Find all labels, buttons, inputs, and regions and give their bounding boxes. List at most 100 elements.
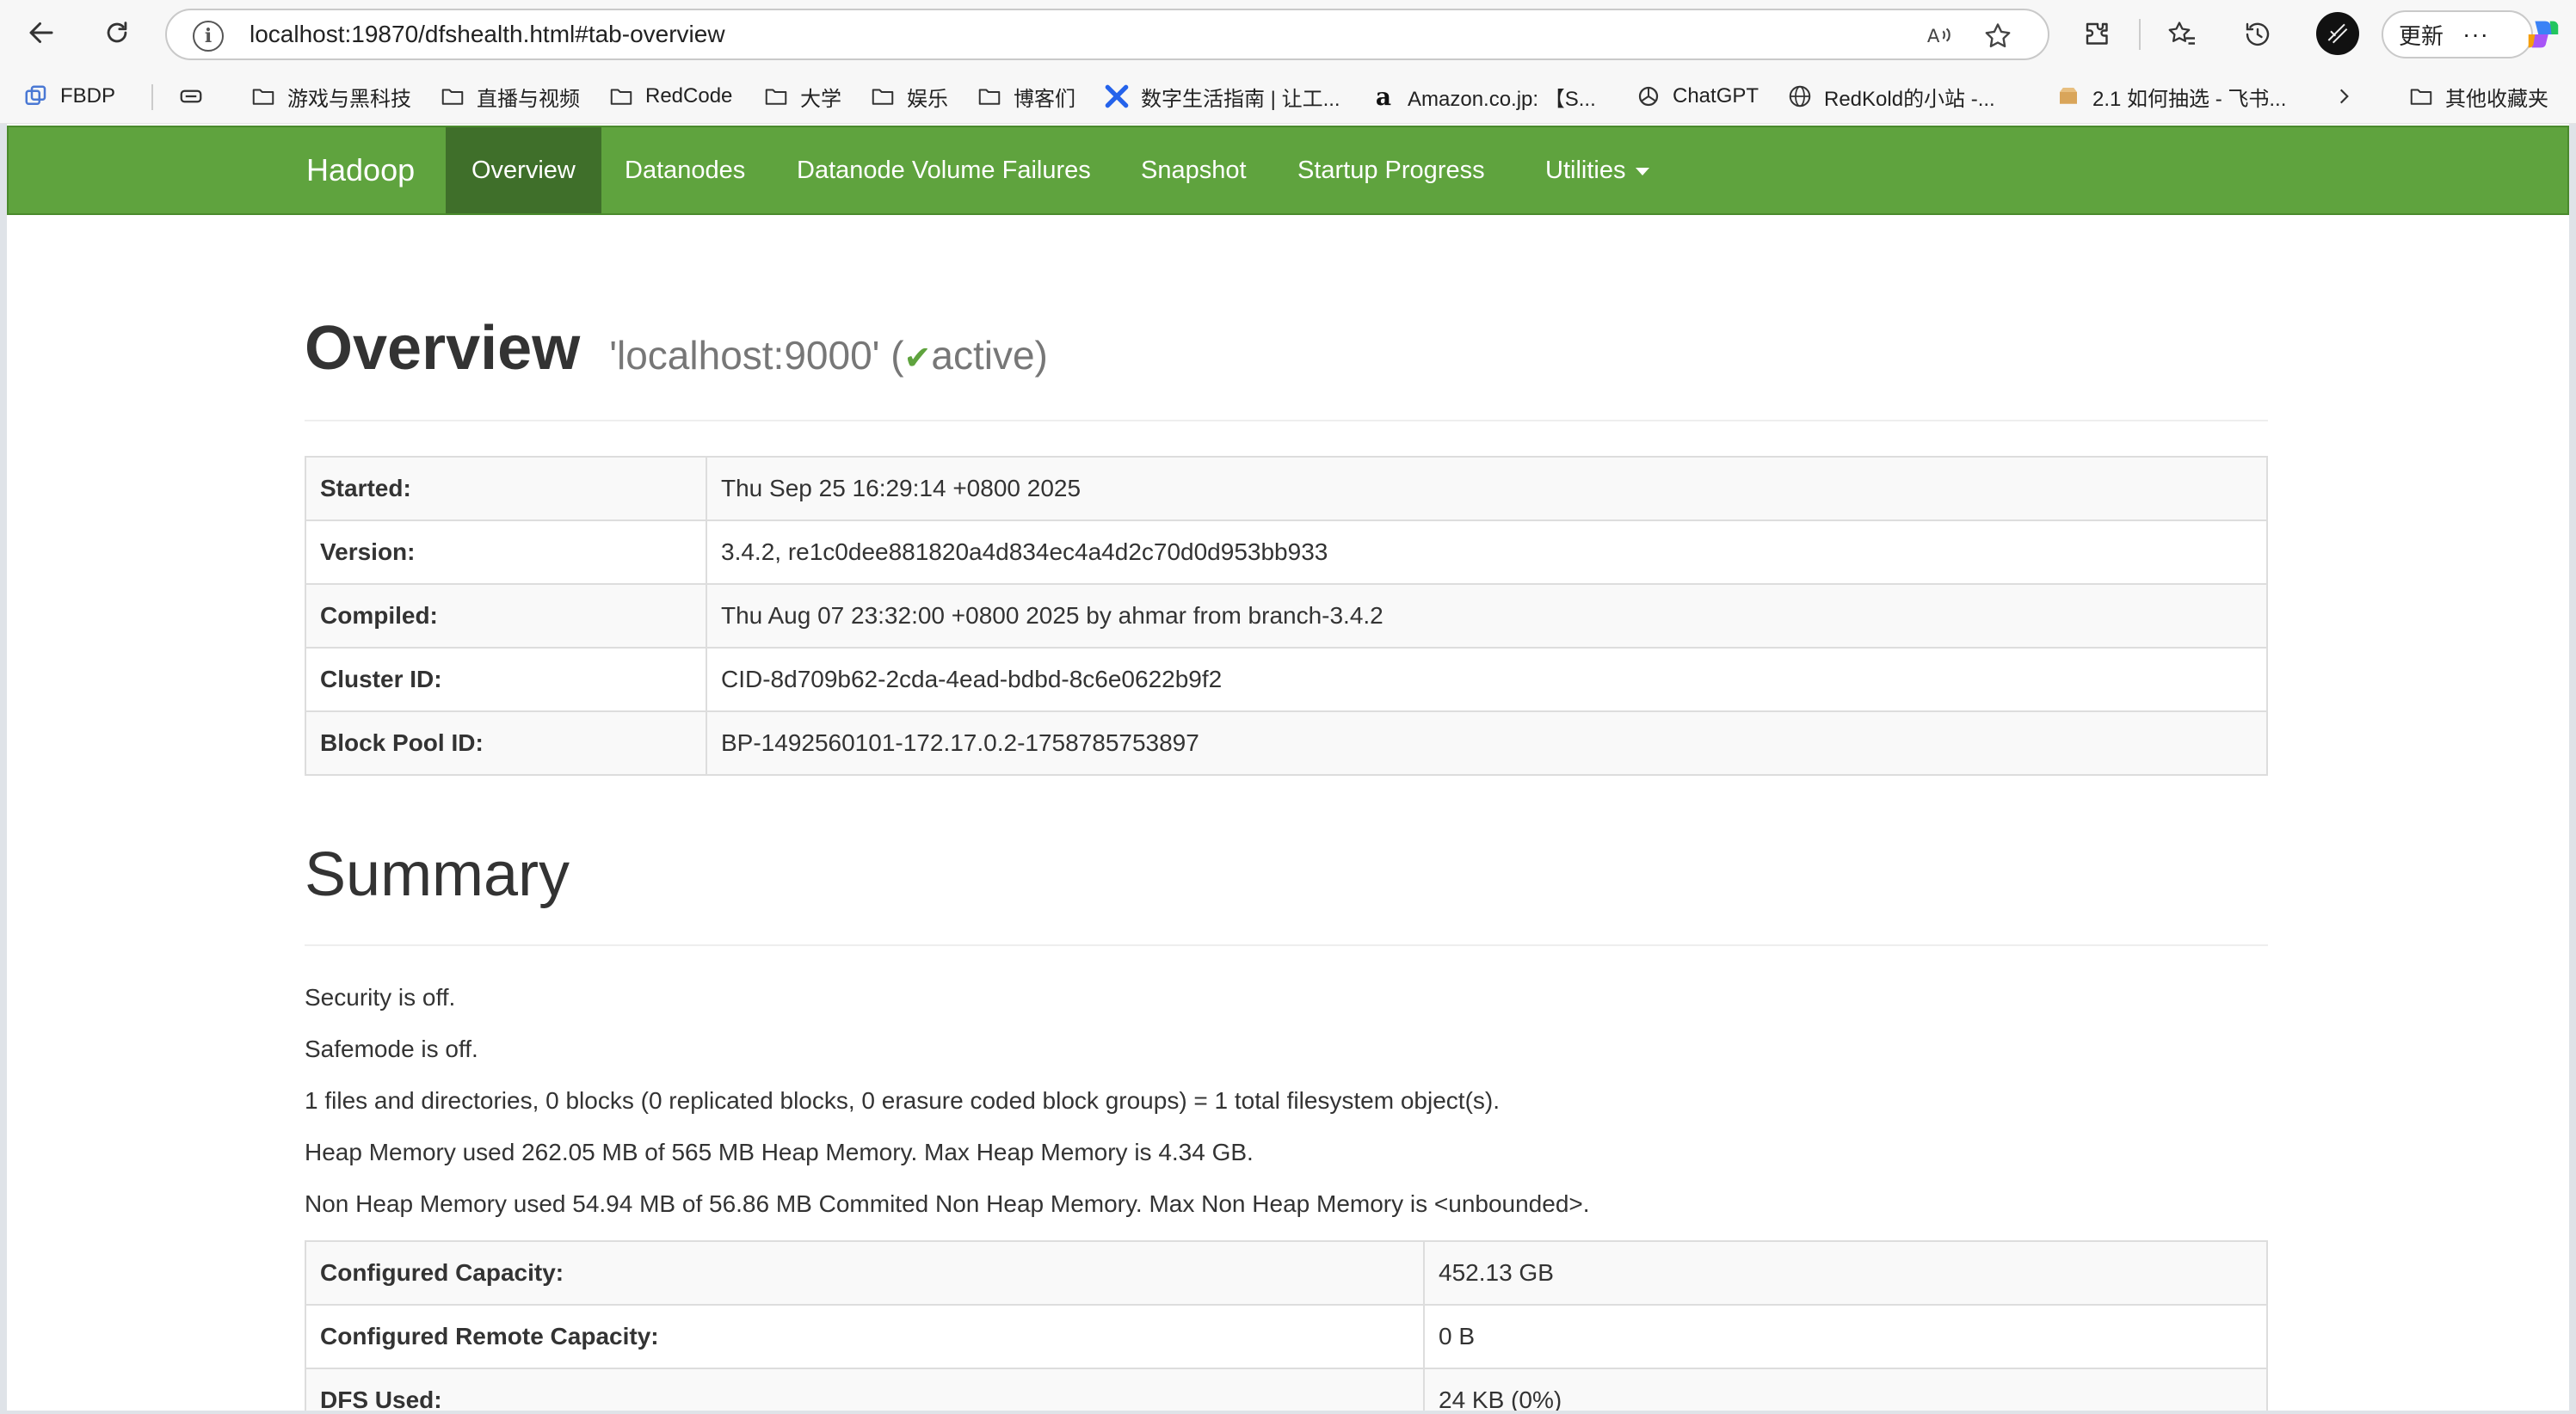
profile-avatar[interactable] xyxy=(2316,12,2359,55)
chatgpt-icon xyxy=(1635,83,1662,110)
favorites-icon[interactable] xyxy=(2158,10,2206,58)
nav-startup-progress[interactable]: Startup Progress xyxy=(1272,127,1511,213)
bookmark-label: 数字生活指南 | 让工... xyxy=(1141,87,1340,111)
overview-heading: Overview 'localhost:9000' (✔active) xyxy=(305,313,1048,384)
row-key: DFS Used: xyxy=(305,1368,1425,1411)
nav-utilities-label: Utilities xyxy=(1545,157,1626,184)
more-menu-icon[interactable]: ··· xyxy=(2462,21,2489,48)
bookmark-tab[interactable] xyxy=(177,69,215,124)
update-button[interactable]: 更新 ··· xyxy=(2382,10,2533,58)
reload-icon xyxy=(102,18,132,52)
bookmark-folder-entertainment[interactable]: 娱乐 xyxy=(869,69,948,124)
bookmark-sspai[interactable]: 数字生活指南 | 让工... xyxy=(1103,69,1340,124)
folder-icon xyxy=(439,83,466,110)
table-row: Block Pool ID: BP-1492560101-172.17.0.2-… xyxy=(305,710,2268,776)
copilot-icon[interactable] xyxy=(2517,9,2569,60)
row-key: Version: xyxy=(305,519,707,585)
overview-title: Overview xyxy=(305,314,581,383)
bookmark-label: RedKold的小站 -... xyxy=(1824,87,1995,111)
folder-icon xyxy=(607,83,635,110)
row-value: 0 B xyxy=(1423,1304,2268,1369)
x-logo-icon xyxy=(1103,83,1131,110)
page-content: Hadoop Overview Datanodes Datanode Volum… xyxy=(7,124,2569,1411)
row-value: BP-1492560101-172.17.0.2-1758785753897 xyxy=(706,710,2268,776)
bookmark-label: 2.1 如何抽选 - 飞书... xyxy=(2092,87,2287,111)
folder-icon xyxy=(762,83,790,110)
divider xyxy=(305,420,2268,421)
update-label: 更新 xyxy=(2399,22,2444,49)
svg-text:A: A xyxy=(1927,26,1940,47)
row-key: Compiled: xyxy=(305,583,707,649)
nav-datanodes[interactable]: Datanodes xyxy=(599,127,771,213)
bookmark-label: ChatGPT xyxy=(1673,84,1759,108)
bookmark-amazon[interactable]: a Amazon.co.jp: 【S... xyxy=(1370,69,1596,124)
summary-security: Security is off. xyxy=(305,984,456,1011)
address-bar[interactable]: i localhost:19870/dfshealth.html#tab-ove… xyxy=(165,9,2049,60)
folder-icon xyxy=(250,83,277,110)
row-value: CID-8d709b62-2cda-4ead-bdbd-8c6e0622b9f2 xyxy=(706,647,2268,712)
history-icon[interactable] xyxy=(2234,10,2282,58)
hadoop-navbar: Hadoop Overview Datanodes Datanode Volum… xyxy=(7,126,2569,215)
bookmark-folder-games[interactable]: 游戏与黑科技 xyxy=(250,69,411,124)
bookmark-label: 其他收藏夹 xyxy=(2445,87,2548,111)
bookmark-other-favorites[interactable]: 其他收藏夹 xyxy=(2407,69,2548,124)
back-button[interactable] xyxy=(15,9,67,60)
bookmark-fbdp[interactable]: FBDP xyxy=(22,69,115,124)
bookmarks-overflow-chevron[interactable] xyxy=(2330,69,2368,124)
bookmark-folder-university[interactable]: 大学 xyxy=(762,69,841,124)
bookmark-label: 大学 xyxy=(800,87,841,111)
summary-filesystem-objects: 1 files and directories, 0 blocks (0 rep… xyxy=(305,1087,1500,1114)
amazon-icon: a xyxy=(1375,82,1392,111)
bookmarks-bar: FBDP 游戏与黑科技 直播与视频 RedCode 大学 娱乐 博客们 数字生活… xyxy=(0,69,2576,124)
reload-button[interactable] xyxy=(91,9,143,60)
table-row: Compiled: Thu Aug 07 23:32:00 +0800 2025… xyxy=(305,583,2268,649)
summary-title: Summary xyxy=(305,840,570,909)
extensions-icon[interactable] xyxy=(2074,10,2122,58)
row-key: Cluster ID: xyxy=(305,647,707,712)
back-arrow-icon xyxy=(26,17,57,52)
table-row: DFS Used: 24 KB (0%) xyxy=(305,1368,2268,1411)
nav-snapshot[interactable]: Snapshot xyxy=(1115,127,1273,213)
nav-utilities-dropdown[interactable]: Utilities xyxy=(1519,127,1675,213)
nav-datanode-volume-failures[interactable]: Datanode Volume Failures xyxy=(771,127,1117,213)
bookmark-label: FBDP xyxy=(60,84,116,108)
overview-subtitle: 'localhost:9000' (✔active) xyxy=(609,333,1048,378)
table-row: Configured Capacity: 452.13 GB xyxy=(305,1240,2268,1306)
row-value: 24 KB (0%) xyxy=(1423,1368,2268,1411)
navbar-brand[interactable]: Hadoop xyxy=(306,127,415,213)
table-row: Started: Thu Sep 25 16:29:14 +0800 2025 xyxy=(305,456,2268,521)
address-url[interactable]: localhost:19870/dfshealth.html#tab-overv… xyxy=(250,10,725,58)
stack-icon xyxy=(22,83,50,110)
summary-heap-memory: Heap Memory used 262.05 MB of 565 MB Hea… xyxy=(305,1139,1254,1165)
chevron-right-icon xyxy=(2330,83,2357,110)
bookmark-chatgpt[interactable]: ChatGPT xyxy=(1635,69,1759,124)
read-aloud-icon[interactable]: A xyxy=(1920,17,1958,55)
row-key: Started: xyxy=(305,456,707,521)
bookmark-folder-live[interactable]: 直播与视频 xyxy=(439,69,580,124)
table-row: Configured Remote Capacity: 0 B xyxy=(305,1304,2268,1369)
box-icon xyxy=(2055,83,2082,110)
bookmark-folder-blogs[interactable]: 博客们 xyxy=(976,69,1075,124)
overview-table: Started: Thu Sep 25 16:29:14 +0800 2025 … xyxy=(305,456,2268,776)
row-value: 3.4.2, re1c0dee881820a4d834ec4a4d2c70d0d… xyxy=(706,519,2268,585)
folder-icon xyxy=(869,83,897,110)
row-key: Configured Capacity: xyxy=(305,1240,1425,1306)
bookmark-label: 娱乐 xyxy=(907,87,948,111)
divider xyxy=(305,944,2268,946)
tab-icon xyxy=(177,83,205,110)
row-value: Thu Sep 25 16:29:14 +0800 2025 xyxy=(706,456,2268,521)
bookmark-folder-redcode[interactable]: RedCode xyxy=(607,69,732,124)
bookmark-label: 博客们 xyxy=(1014,87,1075,111)
checkmark-icon: ✔ xyxy=(903,341,932,377)
folder-icon xyxy=(976,83,1003,110)
browser-toolbar: i localhost:19870/dfshealth.html#tab-ove… xyxy=(0,0,2576,69)
row-key: Configured Remote Capacity: xyxy=(305,1304,1425,1369)
caret-down-icon xyxy=(1636,167,1650,175)
bookmark-feishu[interactable]: 2.1 如何抽选 - 飞书... xyxy=(2055,69,2286,124)
bookmark-label: Amazon.co.jp: 【S... xyxy=(1408,87,1596,111)
overview-state: active) xyxy=(931,333,1048,378)
bookmark-redkold[interactable]: RedKold的小站 -... xyxy=(1786,69,1995,124)
nav-overview[interactable]: Overview xyxy=(446,127,601,213)
favorite-star-icon[interactable] xyxy=(1979,17,2017,55)
site-info-icon[interactable]: i xyxy=(193,21,224,52)
